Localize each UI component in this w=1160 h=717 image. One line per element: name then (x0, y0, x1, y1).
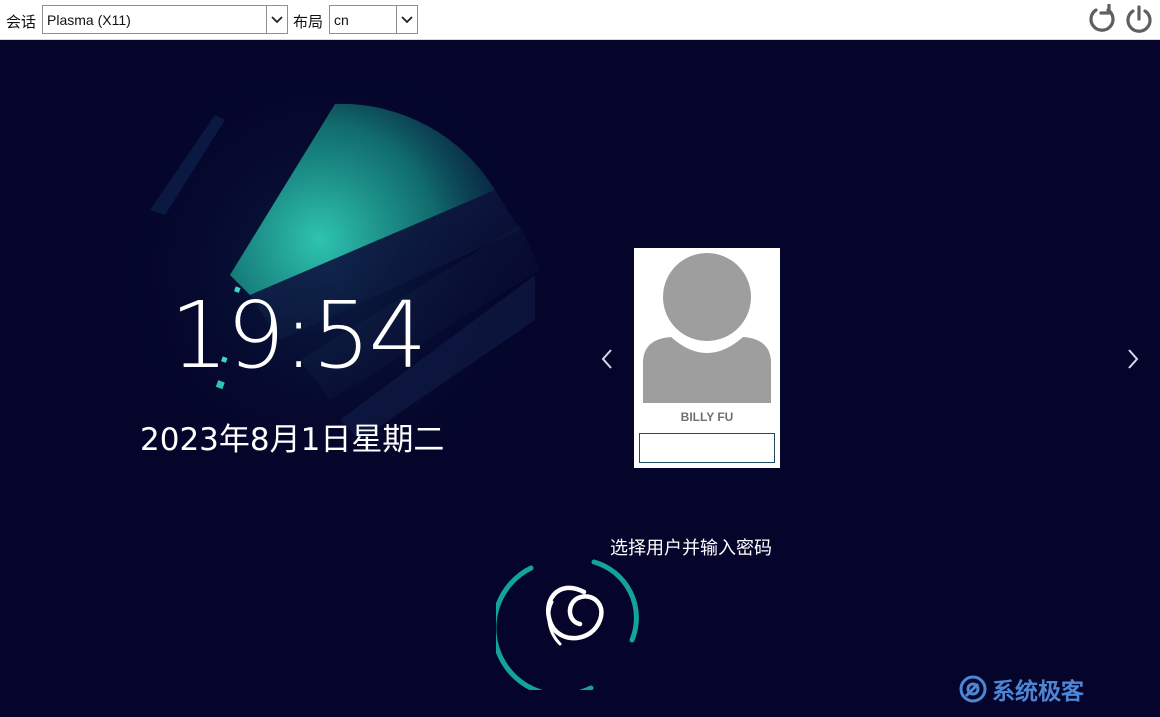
clock-time: 19:54 (170, 282, 427, 389)
login-background: 19:54 2023年8月1日星期二 BILLY FU 选择用户并输入密码 系统… (0, 40, 1160, 717)
top-bar: 会话 Plasma (X11) 布局 cn (0, 0, 1160, 40)
password-input[interactable] (639, 433, 775, 463)
avatar (643, 253, 771, 403)
session-label: 会话 (6, 13, 37, 31)
session-select[interactable]: Plasma (X11) (42, 5, 288, 34)
chevron-down-icon[interactable] (396, 6, 417, 33)
user-name: BILLY FU (680, 410, 734, 424)
chevron-down-icon[interactable] (266, 6, 287, 33)
layout-label: 布局 (293, 13, 324, 31)
layout-select[interactable]: cn (329, 5, 418, 34)
reboot-icon[interactable] (1087, 3, 1117, 34)
power-icon[interactable] (1124, 4, 1154, 34)
layout-value: cn (334, 12, 349, 28)
next-user-arrow[interactable] (1123, 346, 1143, 372)
watermark-logo-icon (959, 675, 987, 703)
clock-date: 2023年8月1日星期二 (140, 422, 445, 458)
watermark: 系统极客 (958, 673, 1084, 705)
previous-user-arrow[interactable] (597, 346, 617, 372)
debian-logo-icon (496, 559, 639, 690)
user-card[interactable]: BILLY FU (634, 248, 780, 468)
session-value: Plasma (X11) (47, 12, 131, 28)
watermark-text: 系统极客 (992, 679, 1084, 705)
